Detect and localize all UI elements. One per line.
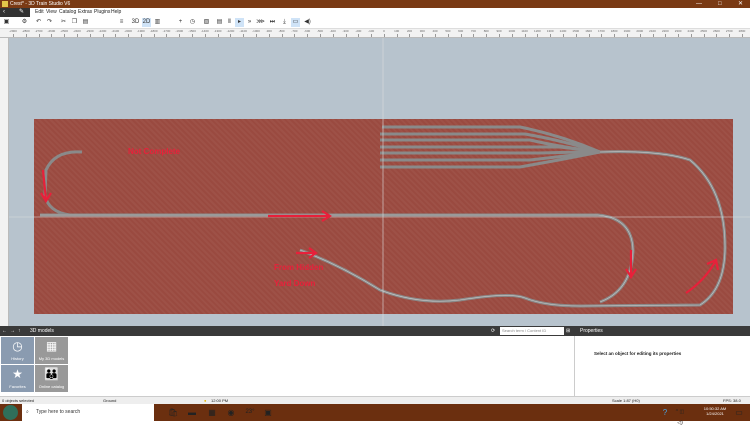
refresh-icon[interactable]: ⟳ (491, 326, 495, 336)
properties-panel: Select an object for editing its propert… (574, 336, 750, 396)
grid-icon: ▦ (45, 339, 58, 353)
tile-online-catalog[interactable]: 👪 Online catalog (35, 365, 68, 392)
arrow-loop-down (625, 250, 637, 280)
tray-icons[interactable]: ^ ◫ ◁) (675, 407, 685, 426)
chrome-icon[interactable]: ◉ (226, 407, 236, 418)
track-lower-loop (299, 150, 727, 308)
help-icon[interactable]: ? (660, 407, 670, 418)
library-panel: ◷ History ▦ My 3D models ★ Favorites 👪 Onlin… (0, 336, 573, 396)
search-input[interactable]: Search term / Content ID (500, 327, 564, 335)
tile-my-3d-models[interactable]: ▦ My 3D models (35, 337, 68, 364)
track-left-curve (43, 150, 83, 217)
properties-hint: Select an object for editing its propert… (594, 351, 682, 356)
yard-tracks (380, 125, 601, 169)
clock[interactable]: 10:50:32 AM 1/24/2021 (700, 406, 730, 416)
taskbar-search[interactable]: ⌕ Type here to search (22, 404, 154, 421)
store-icon[interactable]: 🛍 (168, 407, 178, 418)
library-title: 3D models (30, 328, 54, 334)
train-studio-taskbar-icon[interactable]: ▣ (263, 407, 273, 418)
track-main-line (40, 213, 635, 304)
forward-icon[interactable]: → (10, 326, 15, 336)
weather-widget[interactable]: 23° (243, 407, 257, 418)
people-icon: 👪 (44, 367, 59, 381)
file-explorer-icon[interactable]: ▬ (187, 407, 197, 418)
star-icon: ★ (12, 367, 23, 381)
up-icon[interactable]: ↑ (18, 326, 21, 336)
note-from-hidden: From Hidden (274, 263, 324, 272)
search-icon: ⌕ (26, 409, 29, 415)
library-header: ← → ↑ 3D models ⟳ ⊞ Properties (0, 326, 750, 336)
view-toggle-icon[interactable]: ⊞ (566, 326, 570, 336)
note-yard-down: Yard Down (274, 279, 316, 288)
red-arrows (40, 169, 720, 294)
arrow-loop-up (685, 258, 720, 294)
status-bar: 0 objects selected Ground ● 12:00 PM Sca… (0, 396, 750, 404)
clock-icon: ◷ (12, 339, 23, 353)
note-not-complete: Not Complete (128, 147, 180, 156)
properties-title: Properties (580, 328, 603, 334)
notifications-icon[interactable]: ▭ (734, 407, 744, 418)
back-icon[interactable]: ← (2, 326, 7, 336)
tile-favorites[interactable]: ★ Favorites (1, 365, 34, 392)
app-icon-taskbar[interactable]: ▦ (207, 407, 217, 418)
start-button[interactable] (3, 405, 18, 420)
tile-history[interactable]: ◷ History (1, 337, 34, 364)
arrow-main-right (268, 210, 333, 222)
